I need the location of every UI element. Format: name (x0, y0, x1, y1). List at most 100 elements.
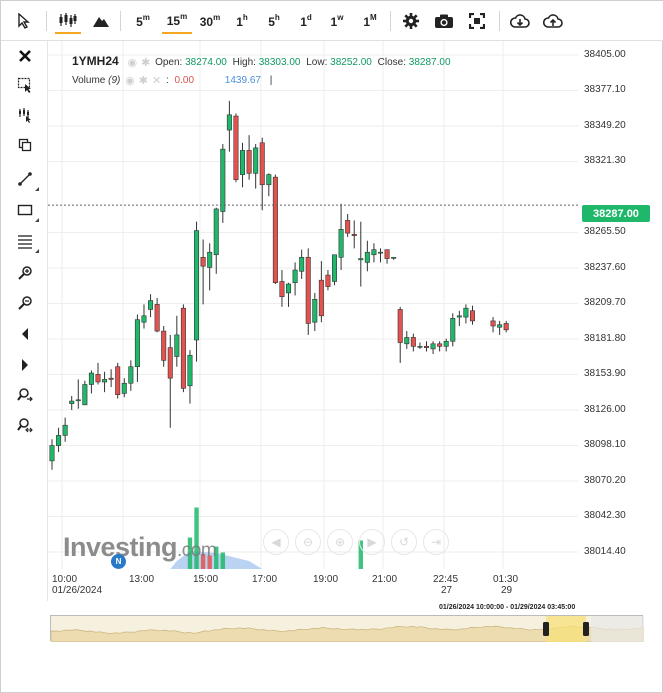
candle-body (391, 256, 397, 259)
range-navigator[interactable] (50, 615, 645, 643)
candle-body (430, 343, 436, 350)
gear-icon[interactable]: ✱ (139, 74, 148, 87)
price-tick-label: 38265.50 (584, 226, 626, 238)
price-tick-label: 38014.40 (584, 545, 626, 557)
eye-icon[interactable]: ◉ (125, 74, 135, 87)
close-icon[interactable] (11, 44, 39, 68)
candle-body (207, 251, 213, 268)
price-tick-label: 38237.60 (584, 261, 626, 273)
candle-body (318, 279, 324, 317)
low-value: 38252.00 (330, 57, 372, 68)
gear-icon[interactable] (400, 8, 422, 34)
interval-label: 5 (268, 14, 275, 29)
interval-1d-button[interactable]: 1d (295, 8, 317, 34)
chart-nav-zoom-out-icon[interactable]: ⊖ (295, 529, 321, 555)
interval-1w-button[interactable]: 1w (326, 8, 348, 34)
zoom-reset-icon[interactable] (11, 383, 39, 407)
chart-nav-left-icon[interactable]: ◀ (263, 529, 289, 555)
cloud-download-icon[interactable] (508, 8, 532, 34)
candle-body (148, 300, 154, 310)
candle-body (286, 283, 292, 294)
candle-body (226, 114, 232, 131)
eye-icon[interactable]: ◉ (127, 56, 137, 69)
time-tick-time: 15:00 (193, 574, 219, 585)
chart-nav-reset-icon[interactable]: ↺ (391, 529, 417, 555)
open-value: 38274.00 (185, 57, 227, 68)
fibonacci-tool-icon[interactable] (11, 229, 39, 253)
navigator-selection[interactable] (546, 616, 586, 642)
time-tick-label: 15:00 (193, 574, 218, 585)
candle (384, 249, 390, 264)
close-icon[interactable]: ✕ (152, 74, 161, 87)
low-label: Low: (306, 57, 328, 68)
price-axis[interactable]: 38405.00 38377.10 38349.20 38321.30 38265.50… (578, 41, 654, 597)
candle-body (154, 304, 160, 332)
rectangle-tool-icon[interactable] (11, 198, 39, 222)
time-tick-label: 22:45 27 (433, 574, 458, 596)
scroll-right-icon[interactable] (11, 353, 39, 377)
candle-body (423, 346, 429, 348)
mountain-chart-icon[interactable] (89, 8, 113, 34)
scroll-left-icon[interactable] (11, 322, 39, 346)
submenu-indicator (35, 249, 39, 253)
toolbar-divider (390, 11, 391, 31)
price-tick-label: 38153.90 (584, 368, 626, 380)
candle (56, 427, 62, 452)
candle-body (371, 249, 377, 256)
interval-1h-button[interactable]: 1h (231, 8, 253, 34)
candle (338, 203, 344, 271)
candle-body (312, 298, 318, 323)
top-toolbar: 5m 15m 30m 1h 5h 1d 1w 1M (1, 1, 663, 41)
close-value: 38287.00 (408, 57, 451, 68)
time-tick-label: 01:30 29 (493, 574, 518, 596)
news-badge[interactable]: N (111, 554, 126, 569)
candle (377, 248, 383, 263)
candle (450, 313, 456, 347)
camera-icon[interactable] (432, 8, 456, 34)
interval-15m-button[interactable]: 15m (162, 8, 192, 34)
candle-body (410, 337, 416, 347)
time-axis[interactable]: 10:00 01/26/2024 13:00 15:00 17:00 19:00 21:00… (48, 569, 578, 597)
candle-body (253, 147, 259, 174)
magnet-tool-icon[interactable] (11, 103, 39, 127)
time-tick-time: 13:00 (129, 574, 155, 585)
candle (213, 207, 219, 274)
clone-tool-icon[interactable] (11, 133, 39, 157)
zoom-out-icon[interactable] (11, 291, 39, 315)
candle (134, 314, 140, 382)
price-tick-label: 38209.70 (584, 297, 626, 309)
navigator-handle[interactable] (583, 622, 589, 636)
chart-nav-right-icon[interactable]: ▶ (359, 529, 385, 555)
candle (240, 142, 246, 188)
cloud-upload-icon[interactable] (541, 8, 565, 34)
interval-1M-button[interactable]: 1M (358, 8, 382, 34)
candle-body (194, 230, 200, 341)
candle-body (56, 435, 62, 446)
fullscreen-icon[interactable] (466, 8, 488, 34)
candle (88, 370, 94, 394)
price-tick-label: 38321.30 (584, 155, 626, 167)
candle (246, 135, 252, 180)
interval-5h-button[interactable]: 5h (263, 8, 285, 34)
select-tool-icon[interactable] (11, 73, 39, 97)
trend-line-tool-icon[interactable] (11, 167, 39, 191)
candle-body (75, 399, 81, 402)
ohlc-legend: 1YMH24 ◉ ✱ Open: 38274.00 High: 38303.00 … (72, 54, 454, 69)
interval-5m-button[interactable]: 5m (132, 8, 154, 34)
navigator-handle[interactable] (543, 622, 549, 636)
zoom-fit-icon[interactable] (11, 413, 39, 437)
zoom-in-icon[interactable] (11, 261, 39, 285)
chart-nav-end-icon[interactable]: ⇥ (423, 529, 449, 555)
candlestick-chart-icon[interactable] (55, 8, 81, 34)
candle-body (325, 274, 331, 287)
chart-nav-zoom-in-icon[interactable]: ⊕ (327, 529, 353, 555)
gear-icon[interactable]: ✱ (141, 56, 150, 69)
candle (253, 144, 259, 189)
interval-30m-button[interactable]: 30m (196, 8, 224, 34)
candle-body (364, 251, 370, 263)
cursor-icon[interactable] (13, 8, 35, 34)
candle-body (503, 323, 509, 331)
price-chart[interactable] (48, 41, 578, 569)
interval-label: 1 (363, 14, 370, 29)
candle (305, 248, 311, 335)
